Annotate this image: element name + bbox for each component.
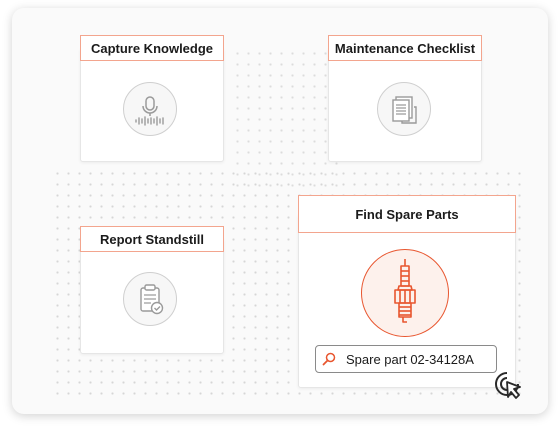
- documents-icon: [377, 82, 431, 136]
- spark-plug-icon: [361, 249, 449, 337]
- click-cursor-icon: [494, 371, 524, 401]
- dot-grid-background-secondary: [232, 48, 342, 188]
- find-spare-parts-label: Find Spare Parts: [298, 195, 516, 233]
- clipboard-check-icon: [123, 272, 177, 326]
- spare-part-search-result[interactable]: Spare part 02-34128A: [315, 345, 497, 373]
- capture-knowledge-label: Capture Knowledge: [80, 35, 224, 61]
- microphone-waveform-icon: [123, 82, 177, 136]
- report-standstill-label: Report Standstill: [80, 226, 224, 252]
- spare-part-number: Spare part 02-34128A: [346, 351, 474, 367]
- magnifier-icon: [322, 352, 336, 366]
- maintenance-checklist-label: Maintenance Checklist: [328, 35, 482, 61]
- main-panel: Capture Knowledge Maintenance Checklist: [12, 8, 548, 414]
